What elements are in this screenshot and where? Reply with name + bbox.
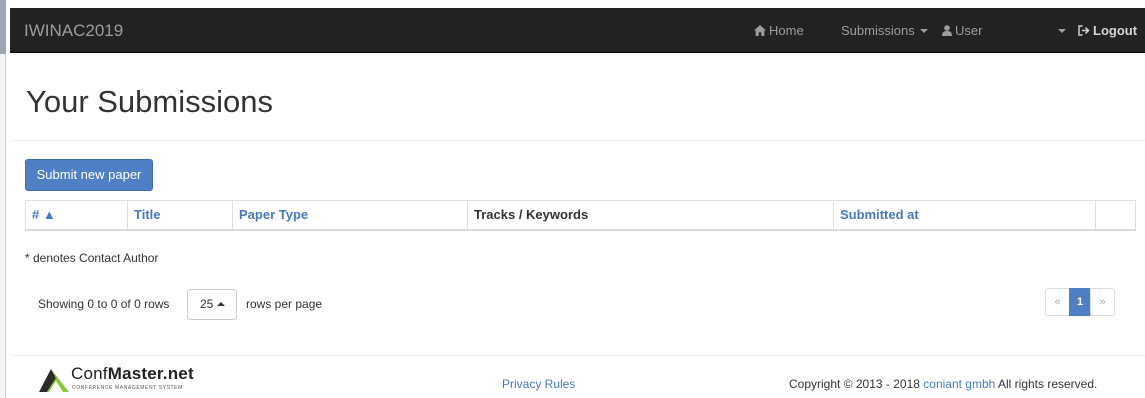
page-size-select[interactable]: 25 xyxy=(187,289,237,320)
pagination-prev[interactable]: « xyxy=(1045,288,1070,316)
rows-per-page-label: rows per page xyxy=(246,297,323,311)
confmaster-logo-icon xyxy=(39,369,69,392)
nav-submissions-label: Submissions xyxy=(841,23,915,38)
pagination-info: Showing 0 to 0 of 0 rows xyxy=(38,297,170,311)
privacy-rules-link[interactable]: Privacy Rules xyxy=(502,377,575,391)
caret-up-icon xyxy=(217,302,226,306)
left-window-edge xyxy=(0,0,6,398)
page-title: Your Submissions xyxy=(26,84,273,119)
nav-home[interactable]: Home xyxy=(754,8,804,53)
column-header-actions xyxy=(1095,201,1135,230)
submit-new-paper-button[interactable]: Submit new paper xyxy=(25,159,153,191)
column-header-number[interactable]: # ▲ xyxy=(26,201,127,230)
nav-logout-label: Logout xyxy=(1093,23,1138,38)
chevron-down-icon xyxy=(1058,29,1066,33)
column-header-title[interactable]: Title xyxy=(127,201,232,230)
home-icon xyxy=(754,25,766,36)
column-header-tracks-keywords: Tracks / Keywords xyxy=(467,201,833,230)
nav-home-label: Home xyxy=(769,23,804,38)
chevron-down-icon xyxy=(919,29,928,33)
logo-wordmark: ConfMaster.net xyxy=(71,364,194,383)
column-header-paper-type[interactable]: Paper Type xyxy=(232,201,467,230)
submissions-table-header: # ▲ Title Paper Type Tracks / Keywords S… xyxy=(25,200,1136,231)
copyright: Copyright © 2013 - 2018 coniant gmbh All… xyxy=(789,377,1098,391)
divider xyxy=(10,140,1145,141)
top-navbar: IWINAC2019 Home Submissions User Logout xyxy=(10,8,1145,53)
nav-logout[interactable]: Logout xyxy=(1078,8,1137,53)
column-header-submitted-at[interactable]: Submitted at xyxy=(833,201,1096,230)
company-link[interactable]: coniant gmbh xyxy=(923,377,995,391)
brand[interactable]: IWINAC2019 xyxy=(24,8,123,53)
logout-icon xyxy=(1078,25,1090,36)
logo-tagline: CONFERENCE MANAGEMENT SYSTEM xyxy=(72,385,183,391)
page-size-value: 25 xyxy=(200,297,214,311)
confmaster-logo[interactable]: ConfMaster.net CONFERENCE MANAGEMENT SYS… xyxy=(38,364,218,394)
pagination-page-1[interactable]: 1 xyxy=(1069,288,1091,316)
nav-user-label: User xyxy=(955,23,983,38)
contact-author-note: * denotes Contact Author xyxy=(25,251,159,265)
user-icon xyxy=(942,25,952,36)
footer-divider xyxy=(10,355,1145,356)
nav-submissions[interactable]: Submissions xyxy=(841,8,928,53)
nav-user[interactable]: User xyxy=(942,8,982,53)
pagination-next[interactable]: » xyxy=(1090,288,1115,316)
nav-user-dropdown[interactable] xyxy=(1053,8,1066,53)
